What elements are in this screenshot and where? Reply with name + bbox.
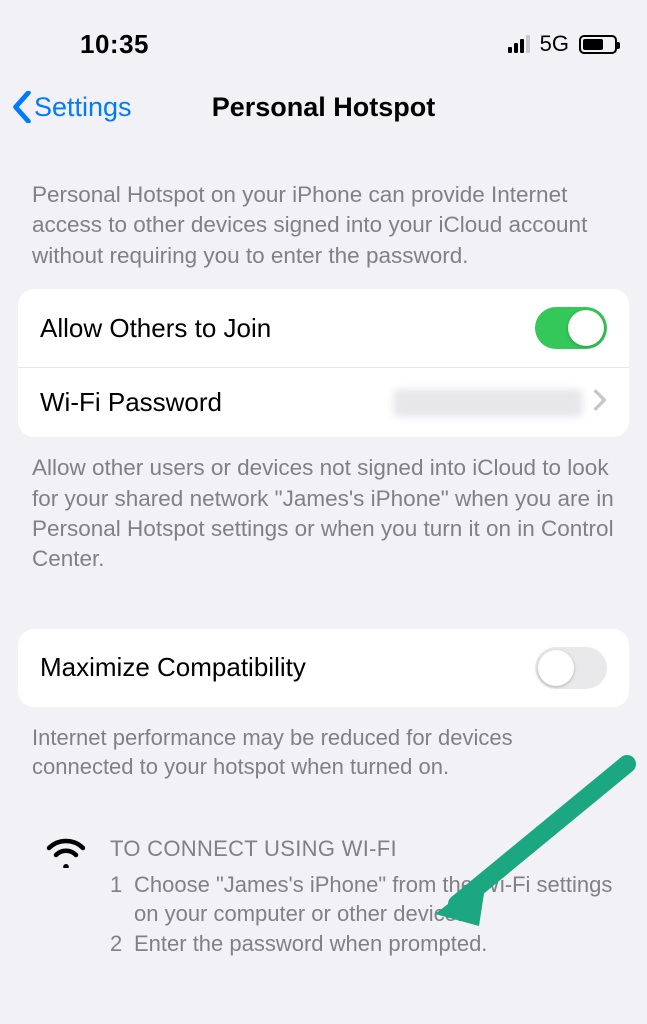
wifi-password-value-hidden bbox=[393, 389, 583, 417]
status-bar: 10:35 5G bbox=[0, 0, 647, 70]
wifi-password-label: Wi-Fi Password bbox=[40, 387, 222, 418]
allow-others-label: Allow Others to Join bbox=[40, 313, 271, 344]
status-indicators: 5G bbox=[508, 31, 617, 57]
status-time: 10:35 bbox=[80, 29, 149, 60]
back-label: Settings bbox=[34, 92, 132, 123]
connect-step-2: 2 Enter the password when prompted. bbox=[110, 929, 615, 959]
battery-icon bbox=[579, 35, 617, 54]
nav-bar: Settings Personal Hotspot bbox=[0, 70, 647, 140]
wifi-password-row[interactable]: Wi-Fi Password bbox=[18, 367, 629, 437]
compat-desc: Internet performance may be reduced for … bbox=[0, 707, 647, 800]
chevron-left-icon bbox=[12, 91, 32, 123]
connect-step-1: 1 Choose "James's iPhone" from the Wi-Fi… bbox=[110, 870, 615, 929]
hotspot-settings-group: Allow Others to Join Wi-Fi Password bbox=[18, 289, 629, 437]
wifi-icon bbox=[44, 834, 88, 959]
connect-title: TO CONNECT USING WI-FI bbox=[110, 834, 615, 864]
allow-others-desc: Allow other users or devices not signed … bbox=[0, 437, 647, 593]
connect-instructions: TO CONNECT USING WI-FI 1 Choose "James's… bbox=[0, 800, 647, 959]
max-compat-label: Maximize Compatibility bbox=[40, 652, 306, 683]
back-button[interactable]: Settings bbox=[12, 91, 132, 123]
cellular-signal-icon bbox=[508, 35, 530, 53]
page-title: Personal Hotspot bbox=[212, 92, 436, 123]
allow-others-row: Allow Others to Join bbox=[18, 289, 629, 367]
compat-group: Maximize Compatibility bbox=[18, 629, 629, 707]
allow-others-switch[interactable] bbox=[535, 307, 607, 349]
network-type: 5G bbox=[540, 31, 569, 57]
chevron-right-icon bbox=[593, 387, 607, 418]
max-compat-switch[interactable] bbox=[535, 647, 607, 689]
max-compat-row: Maximize Compatibility bbox=[18, 629, 629, 707]
hotspot-intro-text: Personal Hotspot on your iPhone can prov… bbox=[0, 140, 647, 289]
